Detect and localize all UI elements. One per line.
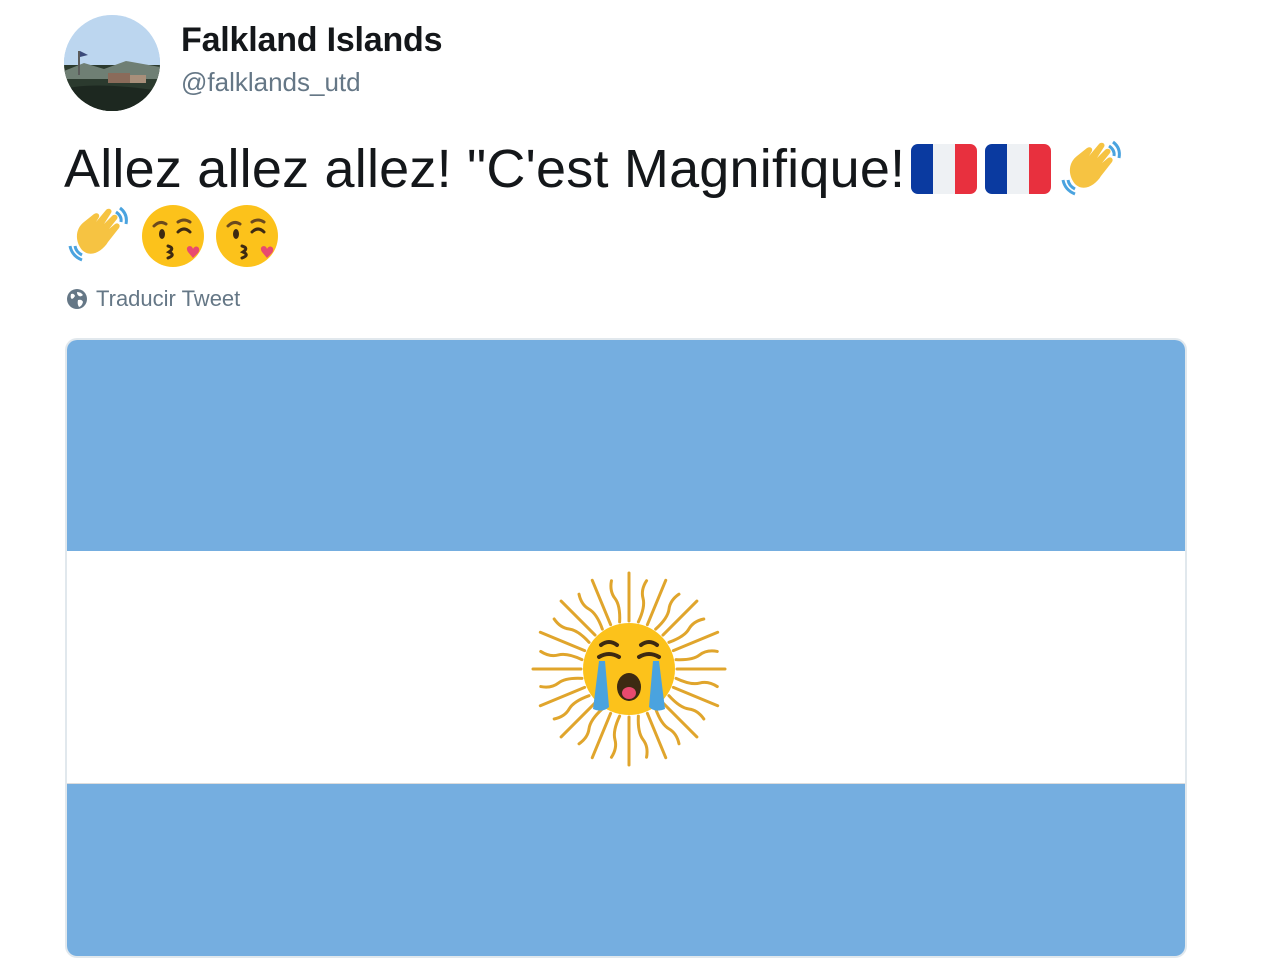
sun-ray: [538, 630, 587, 653]
sun-ray: [538, 685, 587, 708]
flag-stripe-top: [67, 340, 1185, 551]
sun-ray: [539, 649, 584, 662]
tweet-media-image[interactable]: [65, 338, 1187, 958]
sun-ray: [559, 599, 597, 637]
user-handle[interactable]: @falklands_utd: [181, 67, 361, 98]
sun-ray: [661, 701, 699, 739]
display-name[interactable]: Falkland Islands: [181, 21, 443, 60]
flag-stripe-bottom: [67, 784, 1185, 956]
kissing-face-icon: [138, 200, 208, 270]
france-flag-icon: [983, 134, 1053, 204]
sun-ray: [590, 578, 613, 627]
waving-hand-icon: [64, 200, 134, 270]
sun-ray: [671, 630, 720, 653]
sun-ray: [674, 676, 719, 689]
sun-ray: [645, 711, 668, 760]
tweet-text-line-1: Allez allez allez! "C'est Magnifique!: [64, 136, 1184, 202]
tweet-text-content: Allez allez allez! "C'est Magnifique!: [64, 139, 906, 199]
tweet-text-line-2: [64, 202, 1184, 268]
sun-ray: [661, 599, 699, 637]
sun-ray: [671, 685, 720, 708]
sun-ray: [645, 578, 668, 627]
sun-ray: [590, 711, 613, 760]
globe-icon: [67, 289, 87, 309]
translate-label: Traducir Tweet: [96, 286, 241, 311]
sun-ray: [636, 714, 649, 759]
translate-tweet-link[interactable]: Traducir Tweet: [66, 286, 240, 312]
france-flag-icon: [909, 134, 979, 204]
sun-ray: [636, 579, 649, 624]
waving-hand-icon: [1057, 134, 1127, 204]
crying-sun-icon: [531, 571, 727, 767]
sun-ray: [609, 714, 622, 759]
avatar[interactable]: [64, 15, 160, 111]
tweet-text: Allez allez allez! "C'est Magnifique!: [64, 136, 1184, 268]
sun-ray: [609, 579, 622, 624]
avatar-photo-icon: [64, 15, 160, 111]
sun-ray: [539, 676, 584, 689]
sun-ray: [674, 649, 719, 662]
sun-ray: [559, 701, 597, 739]
kissing-face-icon: [212, 200, 282, 270]
